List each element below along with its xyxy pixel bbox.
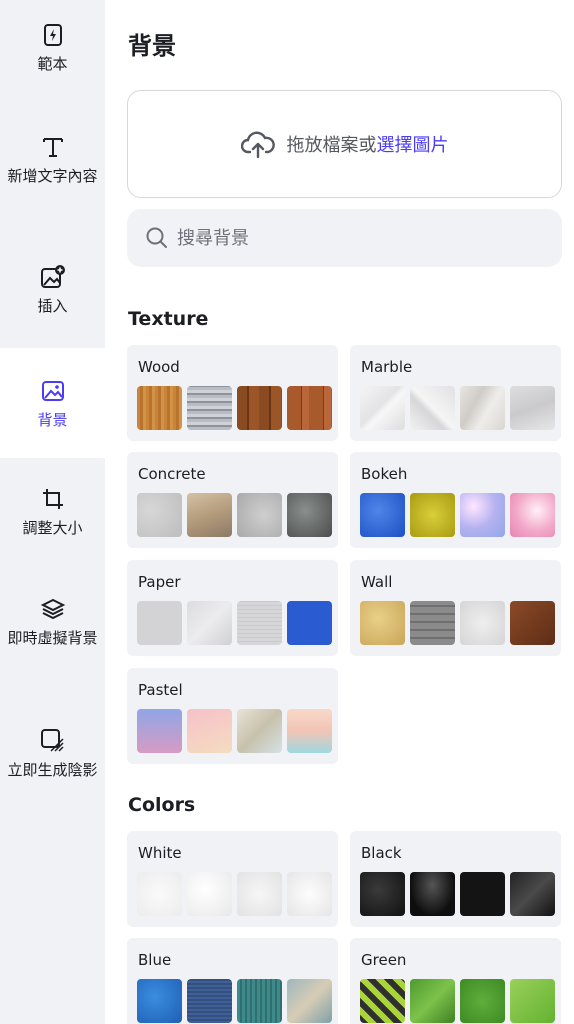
text-icon — [40, 134, 66, 160]
background-icon — [40, 378, 66, 404]
layers-icon — [40, 596, 66, 622]
thumbnail[interactable] — [287, 872, 332, 916]
thumbnail[interactable] — [287, 709, 332, 753]
upload-prompt: 拖放檔案或 — [286, 135, 377, 156]
crop-icon — [40, 486, 66, 512]
thumbnail[interactable] — [187, 872, 232, 916]
thumbnail[interactable] — [137, 601, 182, 645]
category-card-bokeh[interactable]: Bokeh — [350, 452, 561, 548]
category-card-marble[interactable]: Marble — [350, 345, 561, 441]
sidebar-item-background[interactable]: 背景 — [0, 348, 105, 458]
thumbnail[interactable] — [410, 979, 455, 1023]
thumbnail[interactable] — [510, 601, 555, 645]
sidebar: 範本 新增文字內容 插入 背景 調整大小 即時虛擬背景 立即生成陰影 — [0, 0, 105, 1024]
page-title: 背景 — [128, 32, 176, 60]
search-icon — [146, 227, 167, 248]
thumbnail[interactable] — [410, 386, 455, 430]
thumbnail[interactable] — [187, 493, 232, 537]
thumbnail[interactable] — [237, 709, 282, 753]
thumbnail[interactable] — [287, 601, 332, 645]
upload-cloud-icon — [240, 131, 275, 159]
category-name: Wood — [138, 358, 180, 376]
sidebar-item-label: 範本 — [37, 55, 68, 73]
section-title-colors: Colors — [128, 794, 196, 816]
sidebar-item-insert[interactable]: 插入 — [0, 264, 105, 324]
thumbnail[interactable] — [187, 386, 232, 430]
section-title-texture: Texture — [128, 308, 209, 330]
thumbnail[interactable] — [137, 709, 182, 753]
thumbnail[interactable] — [510, 386, 555, 430]
thumbnail[interactable] — [187, 709, 232, 753]
sidebar-item-label: 調整大小 — [22, 519, 83, 537]
thumbnail[interactable] — [237, 872, 282, 916]
sidebar-item-label: 插入 — [37, 297, 68, 315]
thumbnail[interactable] — [360, 601, 405, 645]
search-input[interactable] — [177, 227, 557, 249]
thumbnail[interactable] — [410, 601, 455, 645]
category-card-wall[interactable]: Wall — [350, 560, 561, 656]
thumbnail[interactable] — [137, 386, 182, 430]
thumbnail[interactable] — [137, 979, 182, 1023]
thumbnail[interactable] — [287, 386, 332, 430]
sidebar-item-templates[interactable]: 範本 — [0, 22, 105, 82]
thumbnail[interactable] — [360, 872, 405, 916]
search-bar[interactable] — [127, 209, 562, 267]
thumbnail[interactable] — [237, 493, 282, 537]
thumbnail[interactable] — [510, 493, 555, 537]
thumbnail[interactable] — [360, 493, 405, 537]
category-name: Blue — [138, 951, 172, 969]
thumbnail[interactable] — [460, 493, 505, 537]
thumbnail[interactable] — [460, 872, 505, 916]
thumbnail[interactable] — [187, 979, 232, 1023]
category-name: Wall — [361, 573, 393, 591]
upload-dropzone[interactable]: 拖放檔案或 選擇圖片 — [127, 90, 562, 198]
category-name: Bokeh — [361, 465, 408, 483]
thumbnail[interactable] — [137, 493, 182, 537]
background-panel: 背景 拖放檔案或選擇圖片 Texture Wood Marble Con — [105, 0, 574, 1024]
thumbnail[interactable] — [237, 601, 282, 645]
thumbnail[interactable] — [360, 386, 405, 430]
thumbnail[interactable] — [137, 872, 182, 916]
sidebar-item-add-text[interactable]: 新增文字內容 — [0, 134, 105, 214]
sidebar-item-resize[interactable]: 調整大小 — [0, 486, 105, 546]
shadow-icon — [40, 728, 66, 754]
template-icon — [40, 22, 66, 48]
category-card-black[interactable]: Black — [350, 831, 561, 927]
insert-image-icon — [40, 264, 66, 290]
category-card-green[interactable]: Green — [350, 938, 561, 1024]
sidebar-item-label: 立即生成陰影 — [7, 761, 98, 779]
thumbnail[interactable] — [360, 979, 405, 1023]
thumbnail[interactable] — [287, 493, 332, 537]
thumbnail[interactable] — [460, 601, 505, 645]
category-name: Concrete — [138, 465, 206, 483]
category-card-paper[interactable]: Paper — [127, 560, 338, 656]
category-name: White — [138, 844, 182, 862]
sidebar-item-virtual-background[interactable]: 即時虛擬背景 — [0, 596, 105, 676]
thumbnail[interactable] — [237, 386, 282, 430]
thumbnail[interactable] — [410, 872, 455, 916]
category-name: Marble — [361, 358, 413, 376]
sidebar-item-label: 新增文字內容 — [7, 167, 98, 185]
thumbnail[interactable] — [460, 386, 505, 430]
category-card-concrete[interactable]: Concrete — [127, 452, 338, 548]
thumbnail[interactable] — [460, 979, 505, 1023]
thumbnail[interactable] — [510, 872, 555, 916]
category-card-wood[interactable]: Wood — [127, 345, 338, 441]
thumbnail[interactable] — [410, 493, 455, 537]
category-name: Pastel — [138, 681, 183, 699]
thumbnail[interactable] — [287, 979, 332, 1023]
choose-image-link[interactable]: 選擇圖片 — [377, 131, 449, 157]
sidebar-item-shadow[interactable]: 立即生成陰影 — [0, 728, 105, 808]
category-name: Paper — [138, 573, 181, 591]
category-name: Green — [361, 951, 407, 969]
thumbnail[interactable] — [237, 979, 282, 1023]
category-card-blue[interactable]: Blue — [127, 938, 338, 1024]
category-name: Black — [361, 844, 402, 862]
sidebar-item-label: 背景 — [37, 411, 68, 429]
sidebar-item-label: 即時虛擬背景 — [7, 629, 98, 647]
thumbnail[interactable] — [187, 601, 232, 645]
category-card-white[interactable]: White — [127, 831, 338, 927]
category-card-pastel[interactable]: Pastel — [127, 668, 338, 764]
thumbnail[interactable] — [510, 979, 555, 1023]
